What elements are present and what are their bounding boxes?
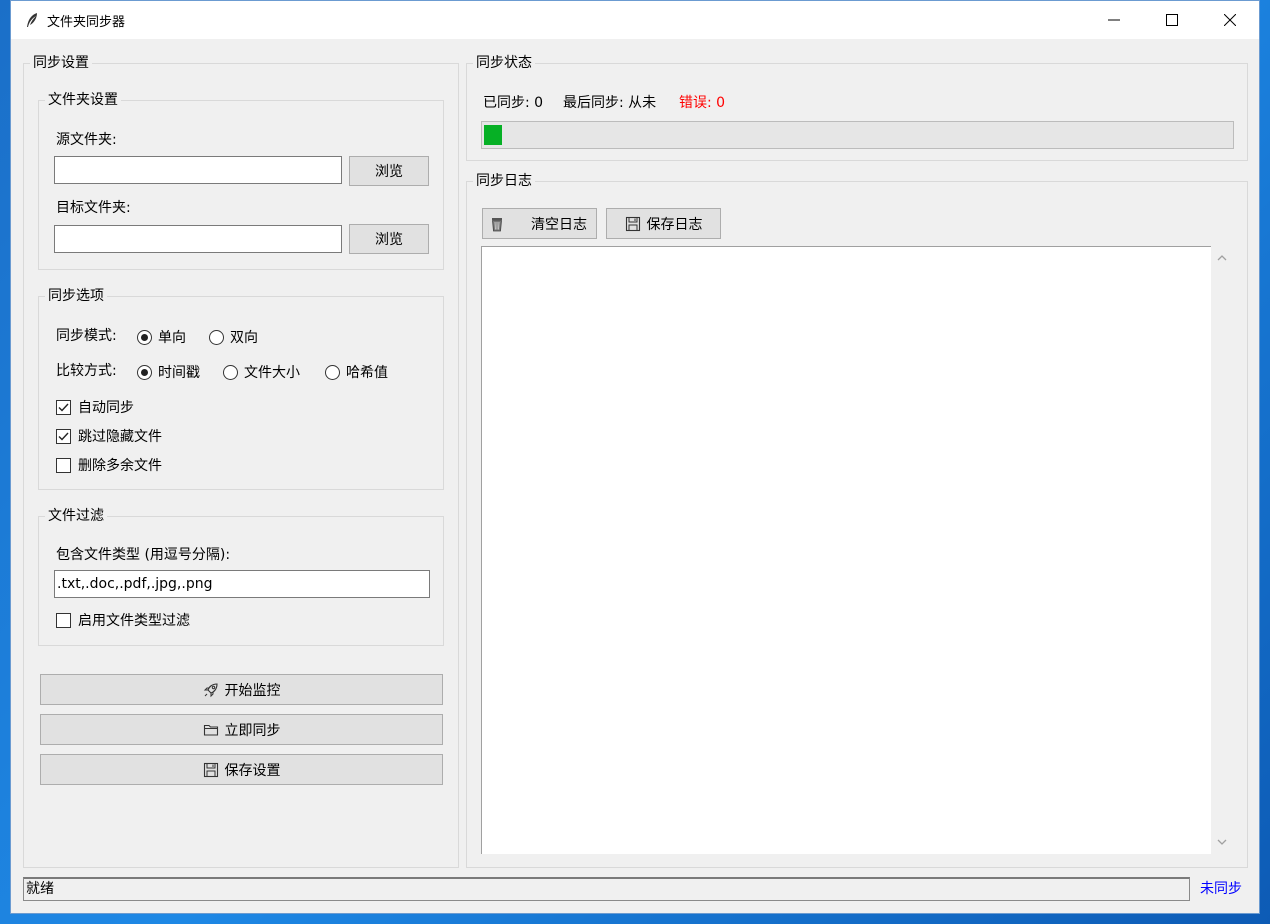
sync-settings-group: 同步设置 文件夹设置 源文件夹: 浏览 目标文件夹: 浏览 同步选项 同步模式:… [23,54,459,868]
radio-indicator [209,329,224,345]
sync-state-indicator: 未同步 [1200,881,1242,897]
trash-icon [492,217,502,231]
radio-indicator [137,329,152,345]
checkbox-indicator [56,457,71,473]
skip-hidden-checkbox[interactable]: 跳过隐藏文件 [56,426,162,446]
sync-log-title: 同步日志 [473,172,535,190]
checkbox-label: 自动同步 [78,400,134,416]
compare-filesize-radio[interactable]: 文件大小 [223,362,300,382]
sync-status-title: 同步状态 [473,54,535,72]
browse-source-button[interactable]: 浏览 [349,156,429,186]
radio-indicator [137,364,152,380]
log-scrollbar[interactable] [1212,246,1232,854]
sync-now-button[interactable]: 立即同步 [40,714,443,745]
window-title: 文件夹同步器 [47,14,126,30]
status-message: 就绪 [23,877,1190,901]
target-folder-label: 目标文件夹: [56,200,131,216]
progress-fill [484,125,502,145]
file-types-label: 包含文件类型 (用逗号分隔): [56,547,231,563]
radio-label: 文件大小 [244,365,300,381]
source-folder-label: 源文件夹: [56,132,117,148]
synced-count-text: 已同步: 0 [483,95,544,111]
compare-timestamp-radio[interactable]: 时间戳 [137,362,200,382]
folder-settings-title: 文件夹设置 [45,91,121,109]
error-count-text: 错误: 0 [679,95,726,111]
close-icon [1224,14,1236,26]
compare-mode-label: 比较方式: [56,363,117,379]
file-types-input[interactable]: .txt,.doc,.pdf,.jpg,.png [54,570,430,598]
folder-settings-group: 文件夹设置 源文件夹: 浏览 目标文件夹: 浏览 [38,91,444,270]
start-monitor-button[interactable]: 开始监控 [40,674,443,705]
checkbox-indicator [56,428,71,444]
target-folder-input[interactable] [54,225,342,253]
last-sync-text: 最后同步: 从未 [563,95,657,111]
auto-sync-checkbox[interactable]: 自动同步 [56,397,134,417]
floppy-disk-icon [203,762,218,777]
floppy-disk-icon [625,216,640,231]
save-log-label: 保存日志 [646,216,703,233]
scroll-down-arrow-icon[interactable] [1217,838,1227,846]
checkbox-label: 跳过隐藏文件 [78,429,162,445]
feather-icon [27,13,37,27]
scroll-up-arrow-icon[interactable] [1217,254,1227,262]
checkmark-icon [58,403,69,412]
browse-target-button[interactable]: 浏览 [349,224,429,254]
title-bar[interactable]: 文件夹同步器 [11,1,1259,39]
checkbox-label: 启用文件类型过滤 [78,613,190,629]
radio-indicator [325,364,340,380]
enable-filter-checkbox[interactable]: 启用文件类型过滤 [56,610,190,630]
sync-options-group: 同步选项 同步模式: 单向 双向 比较方式: 时间戳 文件大小 哈希值 自动同步… [38,287,444,490]
radio-label: 时间戳 [158,365,200,381]
maximize-button[interactable] [1143,1,1201,39]
sync-now-label: 立即同步 [224,722,281,739]
checkbox-label: 删除多余文件 [78,458,162,474]
save-settings-label: 保存设置 [224,762,281,779]
start-monitor-label: 开始监控 [224,682,281,699]
file-filter-group: 文件过滤 包含文件类型 (用逗号分隔): .txt,.doc,.pdf,.jpg… [38,507,444,646]
source-folder-input[interactable] [54,156,342,184]
log-text-area[interactable] [481,246,1211,854]
checkmark-icon [58,432,69,441]
minimize-icon [1108,19,1120,21]
radio-label: 哈希值 [346,365,388,381]
sync-mode-label: 同步模式: [56,328,117,344]
app-window: 文件夹同步器 同步设置 文件夹设置 源文件夹: 浏览 目标文件夹: 浏览 同步选… [10,0,1260,914]
sync-log-group: 同步日志 清空日志 保存日志 [466,172,1248,868]
delete-extra-checkbox[interactable]: 删除多余文件 [56,455,162,475]
sync-status-group: 同步状态 已同步: 0 最后同步: 从未 错误: 0 [466,54,1248,161]
clear-log-label: 清空日志 [531,216,587,233]
sync-settings-title: 同步设置 [30,54,92,72]
close-button[interactable] [1201,1,1259,39]
compare-hash-radio[interactable]: 哈希值 [325,362,388,382]
checkbox-indicator [56,612,71,628]
minimize-button[interactable] [1085,1,1143,39]
rocket-icon [203,682,218,697]
radio-indicator [223,364,238,380]
save-settings-button[interactable]: 保存设置 [40,754,443,785]
radio-label: 单向 [158,330,186,346]
file-filter-title: 文件过滤 [45,507,107,525]
checkbox-indicator [56,399,71,415]
sync-mode-oneway-radio[interactable]: 单向 [137,327,186,347]
radio-label: 双向 [230,330,258,346]
maximize-icon [1166,14,1178,26]
sync-options-title: 同步选项 [45,287,107,305]
clear-log-button[interactable]: 清空日志 [482,208,597,239]
save-log-button[interactable]: 保存日志 [606,208,721,239]
folder-icon [203,724,218,736]
sync-progress-bar [481,121,1234,149]
sync-mode-twoway-radio[interactable]: 双向 [209,327,258,347]
